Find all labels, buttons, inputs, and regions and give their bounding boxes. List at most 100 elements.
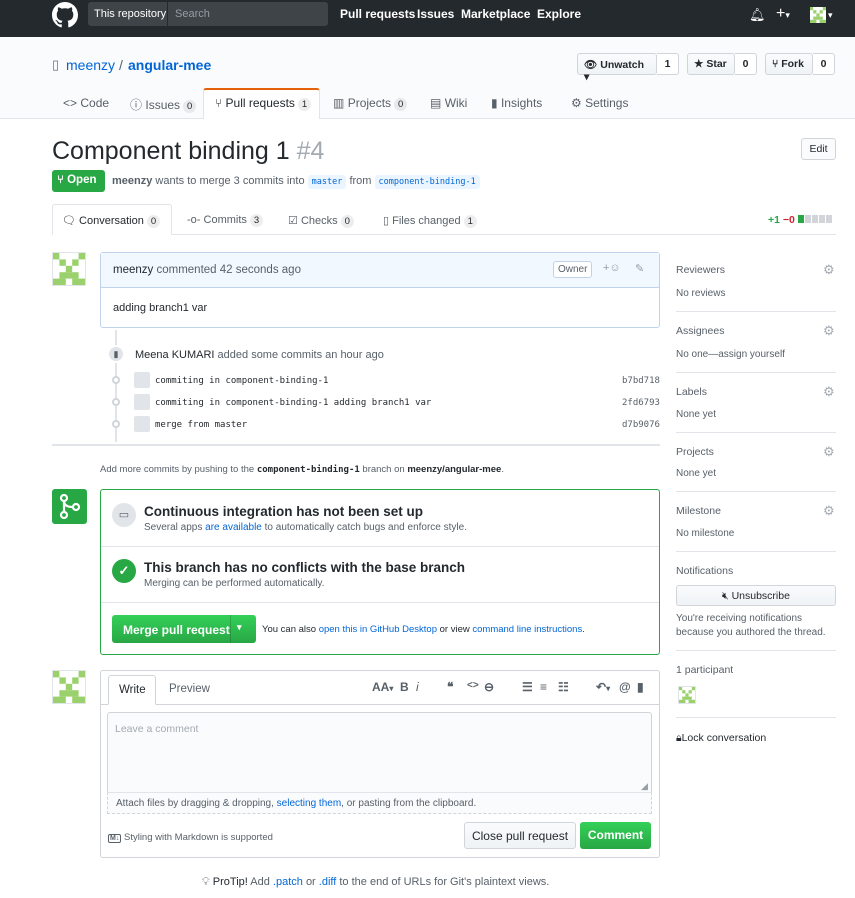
- gear-icon[interactable]: ⚙: [823, 262, 835, 278]
- unwatch-button[interactable]: 👁︎ Unwatch ▾: [577, 53, 657, 83]
- fork-count[interactable]: 0: [813, 53, 835, 75]
- sidebar-assignees-heading[interactable]: Assignees: [676, 325, 724, 337]
- comment-box: meenzy commented 42 seconds ago Owner +☺…: [100, 252, 660, 328]
- watch-count[interactable]: 1: [657, 53, 679, 75]
- commit-message-link[interactable]: commiting in component-binding-1 adding …: [155, 398, 431, 408]
- sidebar-projects-value: None yet: [676, 468, 717, 479]
- bold-icon[interactable]: B: [400, 680, 409, 694]
- gear-icon[interactable]: ⚙: [823, 323, 835, 339]
- comment-textarea[interactable]: Leave a comment ◢: [107, 712, 652, 792]
- link-icon[interactable]: ⊖: [484, 680, 494, 694]
- tab-settings[interactable]: ⚙ Settings: [571, 96, 628, 110]
- italic-icon[interactable]: i: [416, 680, 419, 694]
- tab-conversation[interactable]: 🗨︎ Conversation 0: [62, 214, 161, 228]
- nav-explore[interactable]: Explore: [537, 7, 581, 21]
- fork-button[interactable]: ⑂ Fork: [765, 53, 813, 75]
- repo-header: [0, 37, 855, 119]
- command-line-link[interactable]: command line instructions: [472, 624, 582, 635]
- sidebar-projects-heading[interactable]: Projects: [676, 446, 714, 458]
- star-count[interactable]: 0: [735, 53, 757, 75]
- ci-subtitle: Several apps are available to automatica…: [144, 522, 467, 533]
- tab-issues[interactable]: ⓘ Issues 0: [130, 96, 197, 113]
- nav-pull-requests[interactable]: Pull requests: [340, 7, 415, 21]
- base-branch[interactable]: master: [307, 175, 347, 189]
- tab-wiki[interactable]: ▤ Wiki: [430, 96, 467, 110]
- head-branch[interactable]: component-binding-1: [374, 175, 480, 189]
- sidebar-reviewers-heading[interactable]: Reviewers: [676, 264, 725, 276]
- chevron-down-icon[interactable]: ▾: [828, 10, 833, 21]
- commit-message-link[interactable]: commiting in component-binding-1: [155, 376, 328, 386]
- add-reaction-icon[interactable]: +☺: [603, 262, 621, 274]
- commit-message-link[interactable]: merge from master: [155, 420, 247, 430]
- chevron-down-icon[interactable]: ▾: [237, 622, 242, 633]
- repo-icon: ▯: [52, 57, 60, 72]
- tab-code[interactable]: <> Code: [63, 96, 109, 110]
- tab-pull-requests[interactable]: ⑂ Pull requests 1: [215, 96, 312, 111]
- attach-files-bar[interactable]: Attach files by dragging & dropping, sel…: [107, 792, 652, 814]
- commit-avatar[interactable]: [134, 394, 150, 410]
- bookmark-icon[interactable]: ▮: [637, 680, 644, 694]
- nav-issues[interactable]: Issues: [417, 7, 454, 21]
- github-logo-icon[interactable]: [52, 2, 78, 28]
- quote-icon[interactable]: ❝: [447, 680, 453, 694]
- mute-icon: 🔇︎: [722, 590, 729, 602]
- tab-checks[interactable]: ☑ Checks 0: [288, 214, 354, 228]
- text-size-icon[interactable]: AA▾: [372, 680, 393, 694]
- gear-icon[interactable]: ⚙: [823, 444, 835, 460]
- gear-icon[interactable]: ⚙: [823, 384, 835, 400]
- sidebar-assignees-value[interactable]: No one—assign yourself: [676, 349, 785, 360]
- search-bar[interactable]: This repository Search: [88, 2, 328, 26]
- github-desktop-link[interactable]: open this in GitHub Desktop: [319, 624, 437, 635]
- book-icon: ▤: [430, 96, 442, 110]
- bullet-list-icon[interactable]: ☰: [522, 680, 533, 694]
- avatar[interactable]: [52, 252, 86, 286]
- commit-avatar[interactable]: [134, 416, 150, 432]
- tab-preview[interactable]: Preview: [169, 683, 210, 695]
- sidebar-labels-heading[interactable]: Labels: [676, 386, 707, 398]
- commit-avatar[interactable]: [134, 372, 150, 388]
- diff-link[interactable]: .diff: [319, 876, 337, 888]
- select-files-link[interactable]: selecting them: [277, 798, 341, 809]
- star-icon: ★: [694, 58, 704, 70]
- task-list-icon[interactable]: ☷: [558, 680, 569, 694]
- commit-sha[interactable]: b7bd718: [622, 376, 660, 386]
- gear-icon[interactable]: ⚙: [823, 503, 835, 519]
- avatar[interactable]: [52, 670, 86, 704]
- apps-link[interactable]: are available: [205, 522, 262, 533]
- markdown-note[interactable]: M↓ Styling with Markdown is supported: [108, 832, 273, 843]
- comment-time[interactable]: commented 42 seconds ago: [156, 264, 300, 276]
- tab-files-changed[interactable]: ▯ Files changed 1: [383, 214, 477, 228]
- lock-conversation-link[interactable]: 🔒︎Lock conversation: [676, 732, 766, 745]
- close-pull-request-button[interactable]: Close pull request: [464, 822, 576, 849]
- sidebar-milestone-heading[interactable]: Milestone: [676, 505, 721, 517]
- pr-author-link[interactable]: meenzy: [112, 175, 152, 187]
- nav-marketplace[interactable]: Marketplace: [461, 7, 530, 21]
- resize-handle-icon[interactable]: ◢: [641, 781, 648, 792]
- reply-icon[interactable]: ↶▾: [596, 680, 610, 694]
- search-input[interactable]: Search: [175, 8, 210, 20]
- tab-commits[interactable]: -o- Commits 3: [187, 214, 264, 227]
- repo-owner-link[interactable]: meenzy: [66, 57, 115, 73]
- tab-write[interactable]: Write: [108, 675, 156, 705]
- tab-insights[interactable]: ▮ Insights: [491, 96, 542, 110]
- commit-sha[interactable]: d7b9076: [622, 420, 660, 430]
- tab-projects[interactable]: ▥ Projects 0: [333, 96, 408, 111]
- repo-name-link[interactable]: angular-mee: [128, 57, 211, 73]
- comment-button[interactable]: Comment: [580, 822, 651, 849]
- bell-icon[interactable]: 🔔︎: [749, 7, 766, 23]
- comment-author[interactable]: meenzy: [113, 264, 153, 276]
- participant-avatar[interactable]: [678, 686, 696, 704]
- edit-button[interactable]: Edit: [801, 138, 836, 160]
- code-icon[interactable]: <>: [467, 680, 479, 691]
- commit-sha[interactable]: 2fd6793: [622, 398, 660, 408]
- pencil-icon[interactable]: ✎: [635, 262, 644, 275]
- merge-pull-request-button[interactable]: Merge pull request ▾: [112, 615, 256, 643]
- unsubscribe-button[interactable]: 🔇︎ Unsubscribe: [676, 585, 836, 606]
- user-avatar[interactable]: [810, 7, 826, 23]
- pull-request-icon: ⑂: [57, 174, 64, 186]
- patch-link[interactable]: .patch: [273, 876, 303, 888]
- numbered-list-icon[interactable]: ≡: [540, 680, 547, 694]
- mention-icon[interactable]: @: [619, 680, 631, 694]
- plus-icon[interactable]: +▾: [776, 5, 790, 23]
- star-button[interactable]: ★ Star: [687, 53, 735, 75]
